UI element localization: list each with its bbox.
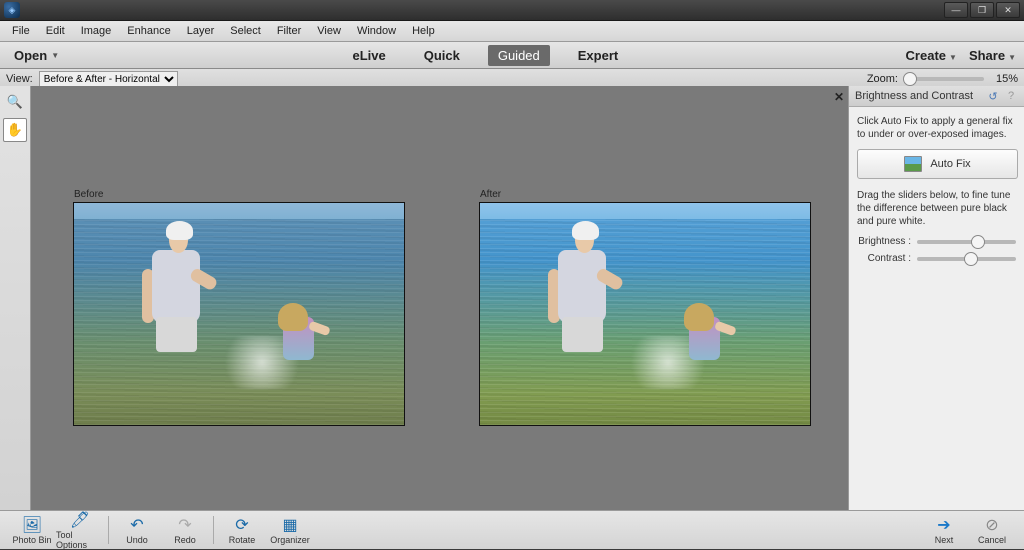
cancel-icon: ⊘ bbox=[985, 515, 998, 535]
footer-bar: 🖼Photo Bin 🖊Tool Options ↶Undo ↷Redo ⟳Ro… bbox=[0, 510, 1024, 549]
undo-icon: ↶ bbox=[130, 515, 143, 535]
undo-button[interactable]: ↶Undo bbox=[113, 515, 161, 545]
menu-filter[interactable]: Filter bbox=[269, 21, 309, 41]
separator bbox=[213, 516, 214, 544]
redo-icon: ↷ bbox=[178, 515, 191, 535]
zoom-tool[interactable]: 🔍 bbox=[3, 90, 27, 114]
before-image: Before bbox=[73, 202, 405, 426]
mode-elive[interactable]: eLive bbox=[342, 45, 395, 66]
after-image: After bbox=[479, 202, 811, 426]
next-button[interactable]: ➔Next bbox=[920, 515, 968, 545]
menu-enhance[interactable]: Enhance bbox=[119, 21, 178, 41]
share-button[interactable]: Share▼ bbox=[969, 48, 1016, 63]
menu-select[interactable]: Select bbox=[222, 21, 269, 41]
caret-down-icon: ▼ bbox=[949, 53, 957, 62]
right-panel: Brightness and Contrast ↺ ? Click Auto F… bbox=[848, 86, 1024, 511]
hand-icon: ✋ bbox=[7, 122, 23, 138]
tool-options-button[interactable]: 🖊Tool Options bbox=[56, 510, 104, 550]
menu-view[interactable]: View bbox=[309, 21, 349, 41]
maximize-button[interactable]: ❐ bbox=[970, 2, 994, 18]
minimize-button[interactable]: — bbox=[944, 2, 968, 18]
redo-button[interactable]: ↷Redo bbox=[161, 515, 209, 545]
zoom-slider[interactable] bbox=[904, 77, 984, 81]
rotate-icon: ⟳ bbox=[235, 515, 248, 535]
view-dropdown[interactable]: Before & After - Horizontal bbox=[39, 71, 178, 87]
cancel-button[interactable]: ⊘Cancel bbox=[968, 515, 1016, 545]
mode-expert[interactable]: Expert bbox=[568, 45, 628, 66]
caret-down-icon: ▼ bbox=[1008, 53, 1016, 62]
open-button[interactable]: Open ▼ bbox=[8, 48, 65, 63]
tool-options-icon: 🖊 bbox=[70, 510, 90, 530]
contrast-thumb[interactable] bbox=[964, 252, 978, 266]
photo-bin-button[interactable]: 🖼Photo Bin bbox=[8, 515, 56, 545]
brightness-label: Brightness : bbox=[857, 236, 911, 247]
menu-window[interactable]: Window bbox=[349, 21, 404, 41]
caret-down-icon: ▼ bbox=[51, 51, 59, 60]
zoom-thumb[interactable] bbox=[903, 72, 917, 86]
menu-file[interactable]: File bbox=[4, 21, 38, 41]
create-button[interactable]: Create▼ bbox=[906, 48, 957, 63]
panel-title: Brightness and Contrast bbox=[855, 90, 973, 102]
after-label: After bbox=[480, 189, 501, 200]
separator bbox=[108, 516, 109, 544]
brightness-slider[interactable] bbox=[917, 240, 1016, 244]
contrast-slider[interactable] bbox=[917, 257, 1016, 261]
close-document-button[interactable]: ✕ bbox=[834, 90, 844, 104]
photo-bin-icon: 🖼 bbox=[22, 515, 42, 535]
hand-tool[interactable]: ✋ bbox=[3, 118, 27, 142]
panel-tip: Click Auto Fix to apply a general fix to… bbox=[857, 115, 1016, 141]
menu-edit[interactable]: Edit bbox=[38, 21, 73, 41]
menu-help[interactable]: Help bbox=[404, 21, 443, 41]
zoom-value: 15% bbox=[990, 73, 1018, 85]
zoom-label: Zoom: bbox=[867, 73, 898, 85]
menubar: FileEditImageEnhanceLayerSelectFilterVie… bbox=[0, 21, 1024, 42]
app-logo-icon: ◈ bbox=[4, 2, 20, 18]
panel-header: Brightness and Contrast ↺ ? bbox=[849, 86, 1024, 107]
arrow-right-icon: ➔ bbox=[937, 515, 950, 535]
canvas-area: ✕ Before After bbox=[31, 86, 848, 511]
mode-quick[interactable]: Quick bbox=[414, 45, 470, 66]
menu-layer[interactable]: Layer bbox=[179, 21, 223, 41]
window-titlebar: ◈ — ❐ ✕ bbox=[0, 0, 1024, 21]
panel-desc: Drag the sliders below, to fine tune the… bbox=[857, 189, 1016, 228]
modebar: Open ▼ eLive Quick Guided Expert Create▼ Sh… bbox=[0, 42, 1024, 69]
mode-guided[interactable]: Guided bbox=[488, 45, 550, 66]
tool-strip: 🔍 ✋ bbox=[0, 86, 31, 511]
view-label: View: bbox=[6, 73, 33, 85]
menu-image[interactable]: Image bbox=[73, 21, 120, 41]
brightness-thumb[interactable] bbox=[971, 235, 985, 249]
auto-fix-button[interactable]: Auto Fix bbox=[857, 149, 1018, 179]
organizer-icon: ▦ bbox=[282, 515, 297, 535]
contrast-label: Contrast : bbox=[857, 253, 911, 264]
help-icon[interactable]: ? bbox=[1004, 89, 1018, 103]
organizer-button[interactable]: ▦Organizer bbox=[266, 515, 314, 545]
before-label: Before bbox=[74, 189, 103, 200]
open-label: Open bbox=[14, 48, 47, 63]
close-window-button[interactable]: ✕ bbox=[996, 2, 1020, 18]
reset-icon[interactable]: ↺ bbox=[986, 89, 1000, 103]
rotate-button[interactable]: ⟳Rotate bbox=[218, 515, 266, 545]
magnifier-icon: 🔍 bbox=[7, 94, 23, 110]
auto-fix-icon bbox=[904, 156, 922, 172]
